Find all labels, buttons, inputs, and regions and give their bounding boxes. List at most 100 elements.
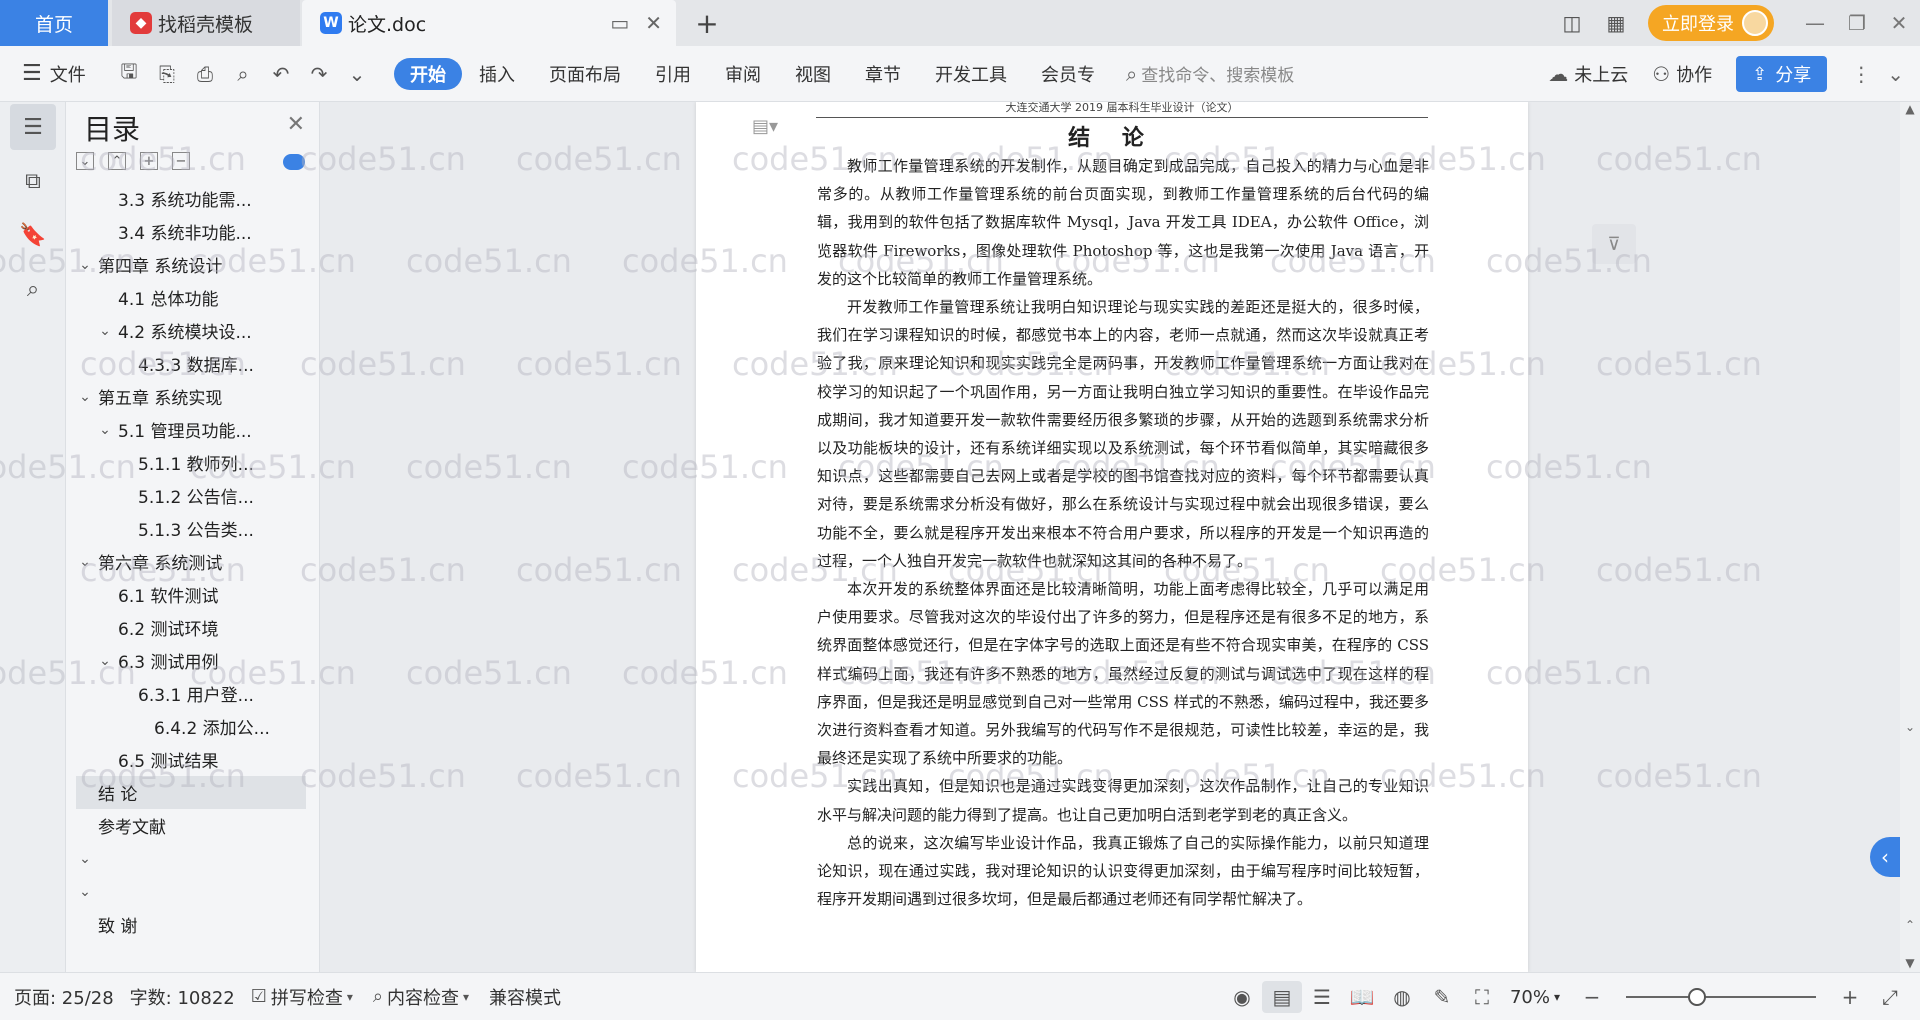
document-canvas[interactable]: ▤▾ 大连交通大学 2019 届本科生毕业设计（论文） 结 论 教师工作量管理系… bbox=[320, 102, 1900, 972]
toc-item[interactable]: 5.1.2 公告信... bbox=[76, 479, 306, 512]
toc-item[interactable]: 致 谢 bbox=[76, 908, 306, 941]
pin-window-icon[interactable]: ▭ bbox=[610, 11, 629, 35]
chevron-down-icon[interactable]: ⌄ bbox=[76, 554, 94, 570]
toc-item[interactable]: ⌄ 第六章 系统测试 bbox=[76, 545, 306, 578]
collapse-all-icon[interactable]: ⌄ bbox=[76, 152, 94, 170]
scroll-down-icon[interactable]: ▼ bbox=[1900, 956, 1920, 970]
undo-icon[interactable]: ↶ bbox=[266, 59, 296, 89]
export-icon[interactable]: ⎘ bbox=[152, 59, 182, 89]
toc-item[interactable]: ⌄ bbox=[76, 842, 306, 875]
new-tab-button[interactable]: + bbox=[690, 0, 724, 46]
chevron-down-icon[interactable]: ⌄ bbox=[96, 323, 114, 339]
find-icon[interactable]: ⌕ bbox=[10, 266, 56, 312]
close-tab-icon[interactable]: ✕ bbox=[645, 11, 662, 35]
toc-item[interactable]: ⌄ 6.3 测试用例 bbox=[76, 644, 306, 677]
print-preview-icon[interactable]: ⌕ bbox=[228, 59, 258, 89]
toc-item[interactable]: ⌄ 5.1 管理员功能... bbox=[76, 413, 306, 446]
collapse-ribbon-icon[interactable]: ⌄ bbox=[1887, 62, 1904, 86]
chevron-down-icon[interactable]: ⌄ bbox=[96, 653, 114, 669]
toc-item[interactable]: 结 论 bbox=[76, 776, 306, 809]
demote-icon[interactable]: − bbox=[172, 152, 190, 170]
chevron-down-icon[interactable]: ⌄ bbox=[76, 851, 94, 867]
pen-icon[interactable]: ✎ bbox=[1422, 985, 1462, 1009]
eye-protection-icon[interactable]: ◉ bbox=[1222, 985, 1262, 1009]
share-button[interactable]: ⇪ 分享 bbox=[1736, 56, 1828, 92]
tab-insert[interactable]: 插入 bbox=[462, 58, 532, 90]
reading-view-icon[interactable]: 📖 bbox=[1342, 985, 1382, 1009]
zoom-slider[interactable] bbox=[1626, 988, 1816, 1006]
zoom-dropdown[interactable]: 70% ▾ bbox=[1510, 987, 1560, 1008]
apps-grid-icon[interactable]: ▦ bbox=[1594, 0, 1638, 46]
tab-view[interactable]: 视图 bbox=[778, 58, 848, 90]
tab-chapter[interactable]: 章节 bbox=[848, 58, 918, 90]
chapter-nav-icon[interactable]: ⧉ bbox=[10, 158, 56, 204]
toc-item[interactable]: 6.5 测试结果 bbox=[76, 743, 306, 776]
prev-page-icon[interactable]: ⌄ bbox=[1900, 720, 1920, 734]
scroll-up-icon[interactable]: ▲ bbox=[1900, 102, 1920, 116]
layout-icon[interactable]: ◫ bbox=[1550, 0, 1594, 46]
next-page-icon[interactable]: ⌃ bbox=[1900, 918, 1920, 932]
toc-item[interactable]: 5.1.3 公告类... bbox=[76, 512, 306, 545]
toc-item[interactable]: 6.1 软件测试 bbox=[76, 578, 306, 611]
expand-all-icon[interactable]: ⌃ bbox=[108, 152, 126, 170]
toc-item[interactable]: ⌄ 第五章 系统实现 bbox=[76, 380, 306, 413]
command-search[interactable]: ⌕ 查找命令、搜索模板 bbox=[1126, 61, 1294, 87]
spell-check-button[interactable]: ☑ 拼写检查 ▾ bbox=[251, 984, 357, 1010]
zoom-in-icon[interactable]: + bbox=[1830, 985, 1870, 1009]
toc-settings-icon[interactable] bbox=[283, 154, 305, 170]
tab-home[interactable]: 首页 bbox=[0, 0, 108, 46]
toc-item[interactable]: 5.1.1 教师列... bbox=[76, 446, 306, 479]
close-icon[interactable]: ✕ bbox=[287, 112, 305, 137]
tab-document[interactable]: W 论文.doc ▭ ✕ bbox=[302, 0, 676, 46]
bookmark-icon[interactable]: 🔖 bbox=[10, 212, 56, 258]
toc-item[interactable]: 6.3.1 用户登... bbox=[76, 677, 306, 710]
login-button[interactable]: 立即登录 bbox=[1648, 5, 1774, 41]
tab-page-layout[interactable]: 页面布局 bbox=[532, 58, 638, 90]
toc-item[interactable]: 3.4 系统非功能... bbox=[76, 215, 306, 248]
chevron-down-icon[interactable]: ⌄ bbox=[76, 257, 94, 273]
close-window-icon[interactable]: ✕ bbox=[1878, 0, 1920, 46]
chevron-left-icon[interactable]: ‹ bbox=[1870, 837, 1900, 877]
redo-icon[interactable]: ↷ bbox=[304, 59, 334, 89]
chevron-down-icon[interactable]: ⌄ bbox=[96, 422, 114, 438]
toc-item[interactable]: ⌄ 第四章 系统设计 bbox=[76, 248, 306, 281]
toc-item[interactable]: ⌄ bbox=[76, 875, 306, 908]
tab-home-ribbon[interactable]: 开始 bbox=[394, 57, 462, 90]
zoom-out-icon[interactable]: − bbox=[1572, 985, 1612, 1009]
chevron-down-icon[interactable]: ⌄ bbox=[76, 884, 94, 900]
fit-page-icon[interactable]: ⛶ bbox=[1462, 985, 1502, 1009]
toc-item[interactable]: ⌄ 4.2 系统模块设... bbox=[76, 314, 306, 347]
fullscreen-icon[interactable]: ⤢ bbox=[1870, 985, 1910, 1009]
toc-panel-icon[interactable]: ☰ bbox=[10, 104, 56, 150]
toc-item[interactable]: 4.3.3 数据库... bbox=[76, 347, 306, 380]
toc-item[interactable]: 4.1 总体功能 bbox=[76, 281, 306, 314]
word-count[interactable]: 字数: 10822 bbox=[130, 984, 235, 1010]
customize-toolbar-icon[interactable]: ⌄ bbox=[342, 59, 372, 89]
outline-view-icon[interactable]: ☰ bbox=[1302, 985, 1342, 1009]
restore-icon[interactable]: ❐ bbox=[1836, 0, 1878, 46]
page-view-icon[interactable]: ▤ bbox=[1261, 981, 1302, 1013]
tab-developer[interactable]: 开发工具 bbox=[918, 58, 1024, 90]
page-body[interactable]: 教师工作量管理系统的开发制作，从题目确定到成品完成，自己投入的精力与心血是非常多… bbox=[817, 152, 1429, 913]
side-panel-toggle-icon[interactable]: ⊽ bbox=[1592, 224, 1636, 264]
print-icon[interactable]: ⎙ bbox=[190, 59, 220, 89]
document-page[interactable]: ▤▾ 大连交通大学 2019 届本科生毕业设计（论文） 结 论 教师工作量管理系… bbox=[696, 102, 1528, 972]
chevron-down-icon[interactable]: ⌄ bbox=[76, 389, 94, 405]
tab-member[interactable]: 会员专 bbox=[1024, 58, 1112, 90]
cloud-status-button[interactable]: ☁ 未上云 bbox=[1548, 61, 1628, 87]
promote-icon[interactable]: + bbox=[140, 152, 158, 170]
zoom-slider-handle[interactable] bbox=[1688, 988, 1706, 1006]
tab-daoke-templates[interactable]: ◆ 找稻壳模板 bbox=[112, 0, 300, 46]
toc-item[interactable]: 3.3 系统功能需... bbox=[76, 182, 306, 215]
more-icon[interactable]: ⋮ bbox=[1851, 62, 1871, 86]
minimize-icon[interactable]: — bbox=[1794, 0, 1836, 46]
file-menu[interactable]: ☰ 文件 bbox=[0, 61, 110, 87]
save-icon[interactable]: 🖫 bbox=[114, 59, 144, 89]
toc-item[interactable]: 6.2 测试环境 bbox=[76, 611, 306, 644]
toc-item[interactable]: 6.4.2 添加公... bbox=[76, 710, 306, 743]
tab-references[interactable]: 引用 bbox=[638, 58, 708, 90]
page-indicator[interactable]: 页面: 25/28 bbox=[14, 984, 114, 1010]
web-view-icon[interactable]: ◍ bbox=[1382, 985, 1422, 1009]
content-check-button[interactable]: ⌕ 内容检查 ▾ bbox=[373, 984, 473, 1010]
vertical-scrollbar[interactable]: ▲ ⌄ ⌃ ▼ bbox=[1900, 102, 1920, 972]
